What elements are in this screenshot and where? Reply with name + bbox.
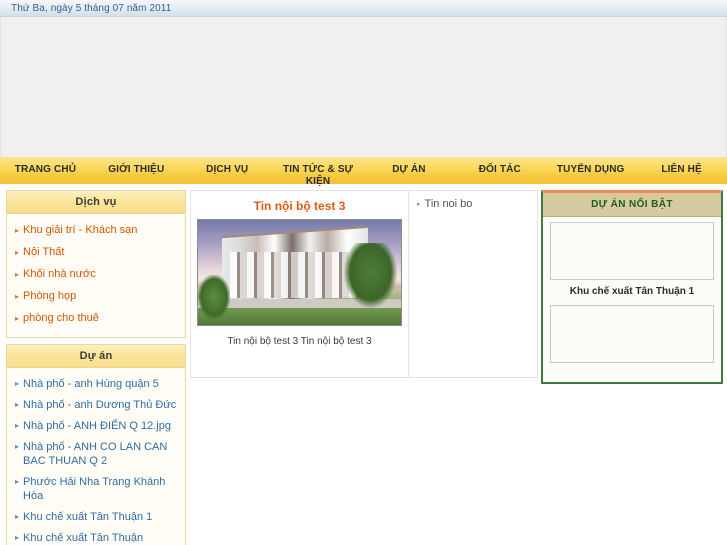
chevron-right-icon: ▸: [15, 442, 20, 451]
chevron-right-icon: ▸: [15, 512, 20, 521]
project-link-label: Nhà phố - ANH ĐIỂN Q 12.jpg: [23, 420, 171, 432]
featured-news-caption: Tin nội bộ test 3 Tin nội bộ test 3: [227, 336, 372, 347]
news-section: Tin nội bộ test 3 Tin nội bộ test 3 Tin …: [190, 188, 541, 378]
nav-item-trang-chu[interactable]: TRANG CHỦ: [0, 164, 91, 176]
left-sidebar: Dịch vụ ▸ Khu giải trí - Khách sạn ▸ Nội…: [0, 188, 190, 545]
chevron-right-icon: ▸: [15, 270, 20, 279]
photo-tree-left: [198, 274, 231, 319]
sidebar-item-label: Nội Thất: [23, 246, 65, 258]
news-panel: Tin nội bộ test 3 Tin nội bộ test 3 Tin …: [190, 190, 538, 378]
nav-item-tuyen-dung[interactable]: TUYỂN DỤNG: [545, 164, 636, 176]
chevron-right-icon: ▸: [15, 400, 20, 409]
nav-item-tin-tuc-su-kien[interactable]: TIN TỨC & SỰ KIỆN: [273, 164, 364, 188]
featured-projects-title: DỰ ÁN NỔI BẬT: [543, 193, 721, 217]
list-item[interactable]: ▸ Nhà phố - ANH ĐIỂN Q 12.jpg: [15, 416, 177, 437]
chevron-right-icon: ▸: [15, 314, 20, 323]
sidebar-item-khu-giai-tri[interactable]: ▸ Khu giải trí - Khách sạn: [15, 220, 177, 242]
news-side-item-label: Tin noi bo: [424, 198, 473, 210]
list-item[interactable]: ▸ Khu chế xuất Tân Thuận: [15, 528, 177, 545]
sidebar-item-label: Khối nhà nước: [23, 268, 96, 280]
content-area: Dịch vụ ▸ Khu giải trí - Khách sạn ▸ Nội…: [0, 184, 727, 545]
sidebar-item-noi-that[interactable]: ▸ Nội Thất: [15, 242, 177, 264]
page-root: Thứ Ba, ngày 5 tháng 07 năm 2011 TRANG C…: [0, 0, 727, 545]
project-link-label: Phước Hải Nha Trang Khánh Hòa: [23, 476, 166, 502]
topbar: Thứ Ba, ngày 5 tháng 07 năm 2011: [0, 0, 727, 17]
current-date-label: Thứ Ba, ngày 5 tháng 07 năm 2011: [11, 2, 172, 14]
featured-project-thumbnail: [550, 222, 714, 280]
featured-project-item[interactable]: [550, 305, 714, 376]
project-link-label: Khu chế xuất Tân Thuận: [23, 532, 144, 544]
nav-item-gioi-thieu[interactable]: GIỚI THIỆU: [91, 164, 182, 176]
services-box-title: Dịch vụ: [7, 191, 185, 214]
project-link-label: Khu chế xuất Tân Thuận 1: [23, 511, 153, 523]
featured-news-image: [197, 219, 402, 326]
chevron-right-icon: ▸: [417, 201, 421, 208]
news-side-list: ▸ Tin noi bo: [409, 191, 537, 377]
list-item[interactable]: ▸ Khu chế xuất Tân Thuận 1: [15, 507, 177, 528]
chevron-right-icon: ▸: [15, 226, 20, 235]
nav-item-dich-vu[interactable]: DỊCH VỤ: [182, 164, 273, 176]
featured-project-item[interactable]: Khu chế xuất Tân Thuận 1: [550, 222, 714, 305]
nav-item-doi-tac[interactable]: ĐỐI TÁC: [454, 164, 545, 176]
services-list: ▸ Khu giải trí - Khách sạn ▸ Nội Thất ▸ …: [7, 214, 185, 337]
featured-news[interactable]: Tin nội bộ test 3 Tin nội bộ test 3 Tin …: [191, 191, 409, 377]
sidebar-item-label: phòng cho thuê: [23, 312, 99, 324]
project-link-label: Nhà phố - anh Dương Thủ Đức: [23, 399, 177, 411]
projects-list: ▸ Nhà phố - anh Hùng quận 5 ▸ Nhà phố - …: [7, 368, 185, 545]
featured-project-thumbnail: [550, 305, 714, 363]
main-navigation: TRANG CHỦ GIỚI THIỆU DỊCH VỤ TIN TỨC & S…: [0, 157, 727, 187]
right-sidebar: DỰ ÁN NỔI BẬT Khu chế xuất Tân Thuận 1: [541, 188, 727, 384]
banner-area: [0, 17, 727, 157]
chevron-right-icon: ▸: [15, 533, 20, 542]
project-link-label: Nhà phố - ANH CO LAN CAN BAC THUAN Q 2: [23, 441, 168, 467]
list-item[interactable]: ▸ Phước Hải Nha Trang Khánh Hòa: [15, 472, 177, 507]
featured-projects-box: DỰ ÁN NỔI BẬT Khu chế xuất Tân Thuận 1: [541, 190, 723, 384]
list-item[interactable]: ▸ Nhà phố - anh Dương Thủ Đức: [15, 395, 177, 416]
featured-project-caption: [550, 363, 714, 376]
sidebar-item-phong-cho-thue[interactable]: ▸ phòng cho thuê: [15, 308, 177, 330]
projects-box: Dự án ▸ Nhà phố - anh Hùng quận 5 ▸ Nhà …: [6, 344, 186, 545]
chevron-right-icon: ▸: [15, 477, 20, 486]
list-item[interactable]: ▸ Tin noi bo: [417, 198, 531, 211]
featured-projects-list: Khu chế xuất Tân Thuận 1: [543, 217, 721, 382]
featured-news-title: Tin nội bộ test 3: [253, 199, 346, 213]
nav-item-lien-he[interactable]: LIÊN HỆ: [636, 164, 727, 176]
sidebar-item-khoi-nha-nuoc[interactable]: ▸ Khối nhà nước: [15, 264, 177, 286]
project-link-label: Nhà phố - anh Hùng quận 5: [23, 378, 159, 390]
chevron-right-icon: ▸: [15, 292, 20, 301]
photo-tree-right: [344, 243, 397, 309]
list-item[interactable]: ▸ Nhà phố - ANH CO LAN CAN BAC THUAN Q 2: [15, 437, 177, 472]
featured-project-caption: Khu chế xuất Tân Thuận 1: [569, 286, 695, 297]
list-item[interactable]: ▸ Nhà phố - anh Hùng quận 5: [15, 374, 177, 395]
projects-box-title: Dự án: [7, 345, 185, 368]
chevron-right-icon: ▸: [15, 421, 20, 430]
chevron-right-icon: ▸: [15, 379, 20, 388]
nav-item-du-an[interactable]: DỰ ÁN: [364, 164, 455, 176]
sidebar-item-label: Khu giải trí - Khách sạn: [23, 224, 138, 236]
sidebar-item-phong-hop[interactable]: ▸ Phòng họp: [15, 286, 177, 308]
sidebar-item-label: Phòng họp: [23, 290, 77, 302]
services-box: Dịch vụ ▸ Khu giải trí - Khách sạn ▸ Nội…: [6, 190, 186, 338]
chevron-right-icon: ▸: [15, 248, 20, 257]
